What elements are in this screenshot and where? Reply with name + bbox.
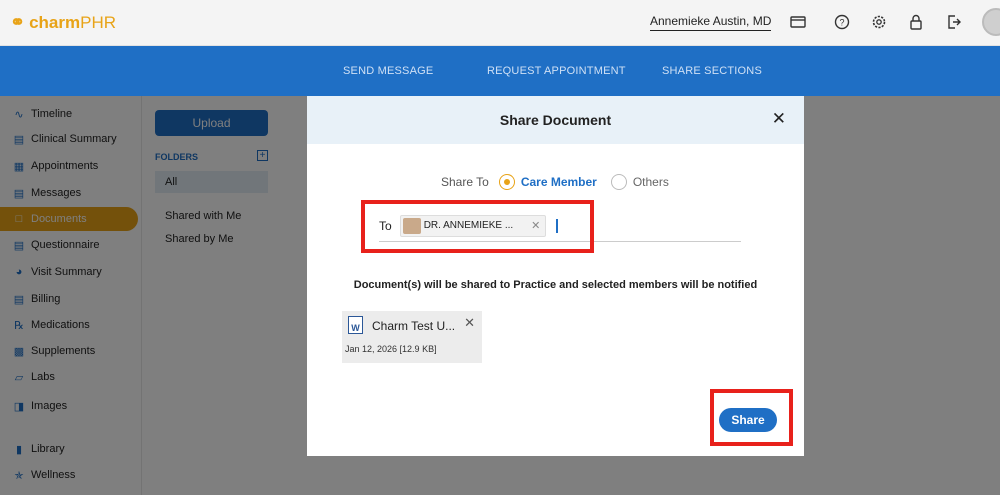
document-meta: Jan 12, 2026 [12.9 KB] bbox=[345, 344, 437, 354]
card-icon[interactable] bbox=[787, 11, 809, 33]
share-to-row: Share To Care Member Others bbox=[441, 174, 683, 190]
help-icon[interactable]: ? bbox=[831, 11, 853, 33]
close-icon[interactable]: ✕ bbox=[772, 109, 786, 129]
share-to-label: Share To bbox=[441, 175, 489, 189]
highlight-recipient-field bbox=[361, 200, 594, 253]
settings-icon[interactable] bbox=[868, 11, 890, 33]
svg-text:?: ? bbox=[839, 18, 844, 28]
highlight-share-button bbox=[710, 389, 793, 446]
user-avatar[interactable] bbox=[982, 8, 1000, 36]
nav-send-message[interactable]: SEND MESSAGE bbox=[343, 65, 433, 77]
radio-others[interactable] bbox=[610, 174, 627, 190]
document-card: W Charm Test U... ✕ Jan 12, 2026 [12.9 K… bbox=[342, 311, 482, 363]
charm-logo[interactable]: ⚭ charm PHR bbox=[10, 12, 116, 33]
logo-icon: ⚭ bbox=[10, 12, 26, 32]
logo-text-phr: PHR bbox=[80, 12, 117, 32]
dialog-title: Share Document bbox=[499, 112, 612, 128]
nav-request-appointment[interactable]: REQUEST APPOINTMENT bbox=[487, 65, 626, 77]
word-document-icon: W bbox=[348, 316, 363, 334]
remove-document-icon[interactable]: ✕ bbox=[464, 315, 475, 331]
logo-text-charm: charm bbox=[29, 12, 81, 32]
dialog-header: Share Document bbox=[307, 96, 804, 144]
radio-care-member[interactable] bbox=[498, 174, 515, 190]
top-navigation: SEND MESSAGE REQUEST APPOINTMENT SHARE S… bbox=[0, 46, 1000, 96]
logout-icon[interactable] bbox=[943, 11, 965, 33]
app-header: ⚭ charm PHR Annemieke Austin, MD ? bbox=[0, 0, 1000, 46]
share-notice: Document(s) will be shared to Practice a… bbox=[353, 279, 758, 291]
document-name: Charm Test U... bbox=[372, 319, 456, 333]
care-member-label[interactable]: Care Member bbox=[521, 175, 597, 189]
others-label[interactable]: Others bbox=[633, 175, 669, 189]
lock-icon[interactable] bbox=[905, 11, 927, 33]
nav-share-sections[interactable]: SHARE SECTIONS bbox=[662, 65, 762, 77]
user-name-link[interactable]: Annemieke Austin, MD bbox=[650, 14, 772, 31]
